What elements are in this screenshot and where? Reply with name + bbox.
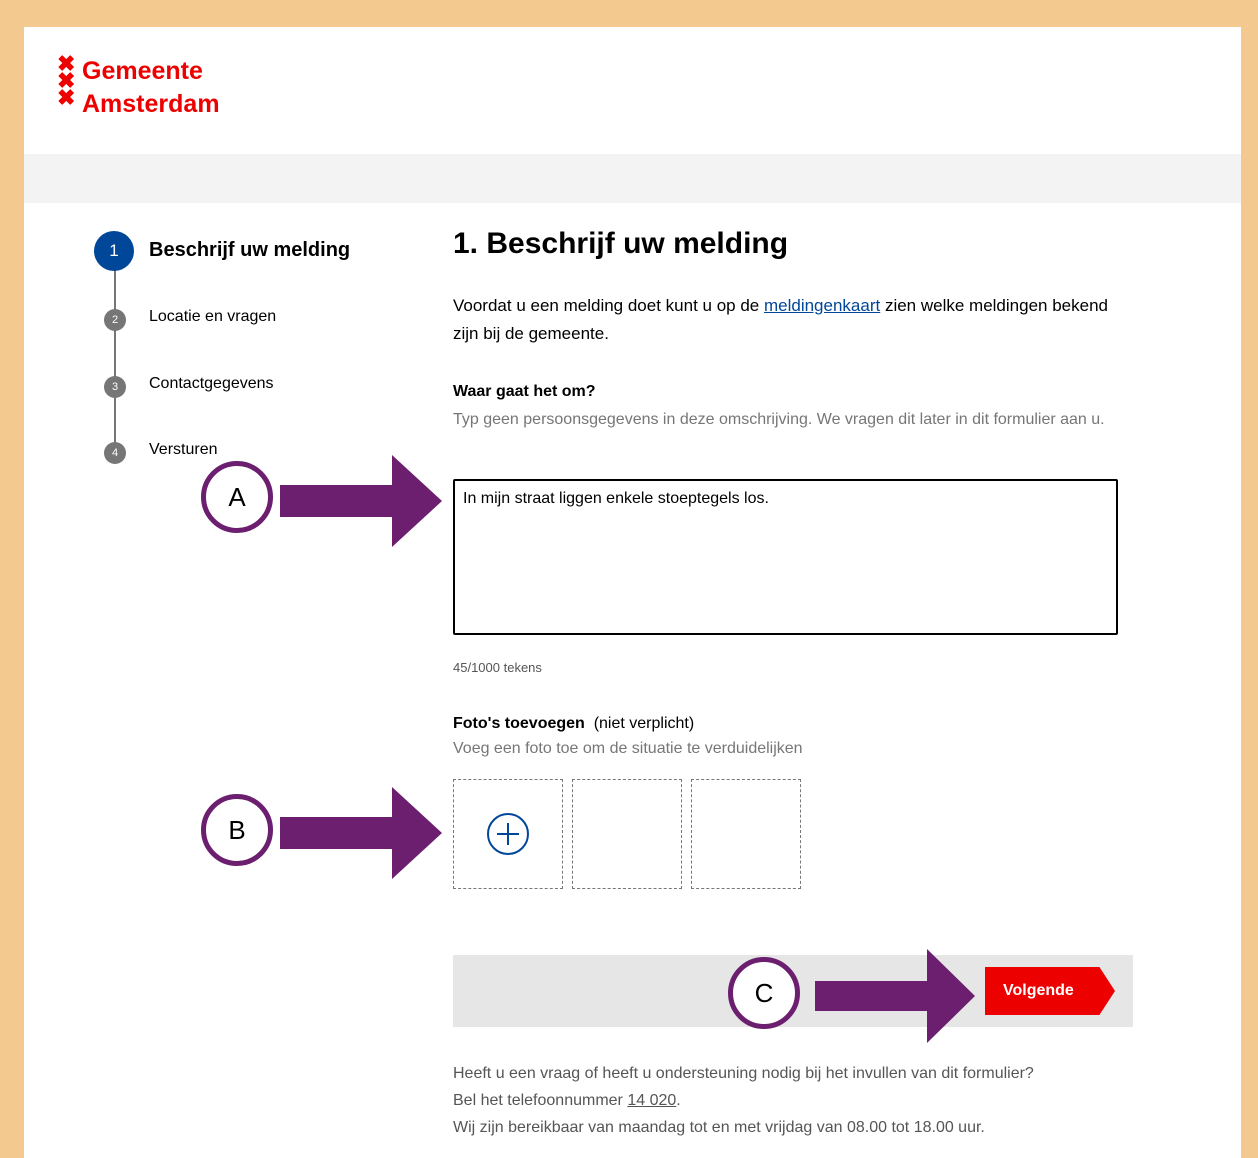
step-3-indicator: 3 <box>104 376 126 398</box>
annotation-marker-c: C <box>728 957 800 1029</box>
next-button[interactable]: Volgende <box>985 967 1115 1015</box>
header-band <box>24 154 1241 203</box>
annotation-marker-a: A <box>201 461 273 533</box>
photos-hint: Voeg een foto toe om de situatie te verd… <box>453 740 803 757</box>
photo-slot-2 <box>572 779 682 889</box>
progress-stepper: 1 Beschrijf uw melding 2 Locatie en vrag… <box>94 231 394 491</box>
meldingenkaart-link[interactable]: meldingenkaart <box>764 296 880 315</box>
description-label: Waar gaat het om? <box>453 383 596 400</box>
intro-text: Voordat u een melding doet kunt u op de … <box>453 296 1108 343</box>
logo-text: Gemeente Amsterdam <box>82 55 220 121</box>
annotation-arrow-c <box>815 949 975 1043</box>
step-1-indicator: 1 <box>94 231 134 271</box>
phone-link[interactable]: 14 020 <box>627 1092 676 1109</box>
step-2-indicator: 2 <box>104 309 126 331</box>
description-hint: Typ geen persoonsgegevens in deze omschr… <box>453 411 1105 428</box>
annotation-marker-b: B <box>201 794 273 866</box>
step-4-label: Versturen <box>149 441 218 458</box>
logo-line1: Gemeente <box>82 57 203 85</box>
help-text: Heeft u een vraag of heeft u ondersteuni… <box>453 1065 1034 1136</box>
step-3-label: Contactgegevens <box>149 375 274 392</box>
char-counter: 45/1000 tekens <box>453 660 542 675</box>
logo-line2: Amsterdam <box>82 90 220 118</box>
step-1-label: Beschrijf uw melding <box>149 239 351 261</box>
annotation-arrow-a <box>280 455 442 547</box>
step-4-indicator: 4 <box>104 442 126 464</box>
photos-label: Foto's toevoegen (niet verplicht) <box>453 715 695 732</box>
add-photo-button[interactable] <box>453 779 563 889</box>
step-2-label: Locatie en vragen <box>149 308 277 325</box>
logo-crosses-icon: ✖ ✖ ✖ <box>57 51 76 110</box>
plus-circle-icon <box>487 813 529 855</box>
page-title: 1. Beschrijf uw melding <box>453 227 789 260</box>
description-textarea[interactable]: In mijn straat liggen enkele stoeptegels… <box>453 479 1118 635</box>
annotation-arrow-b <box>280 787 442 879</box>
stepper-line <box>114 253 116 449</box>
photo-slot-3 <box>691 779 801 889</box>
page: ✖ ✖ ✖ Gemeente Amsterdam 1 Beschrijf uw … <box>24 27 1241 1158</box>
